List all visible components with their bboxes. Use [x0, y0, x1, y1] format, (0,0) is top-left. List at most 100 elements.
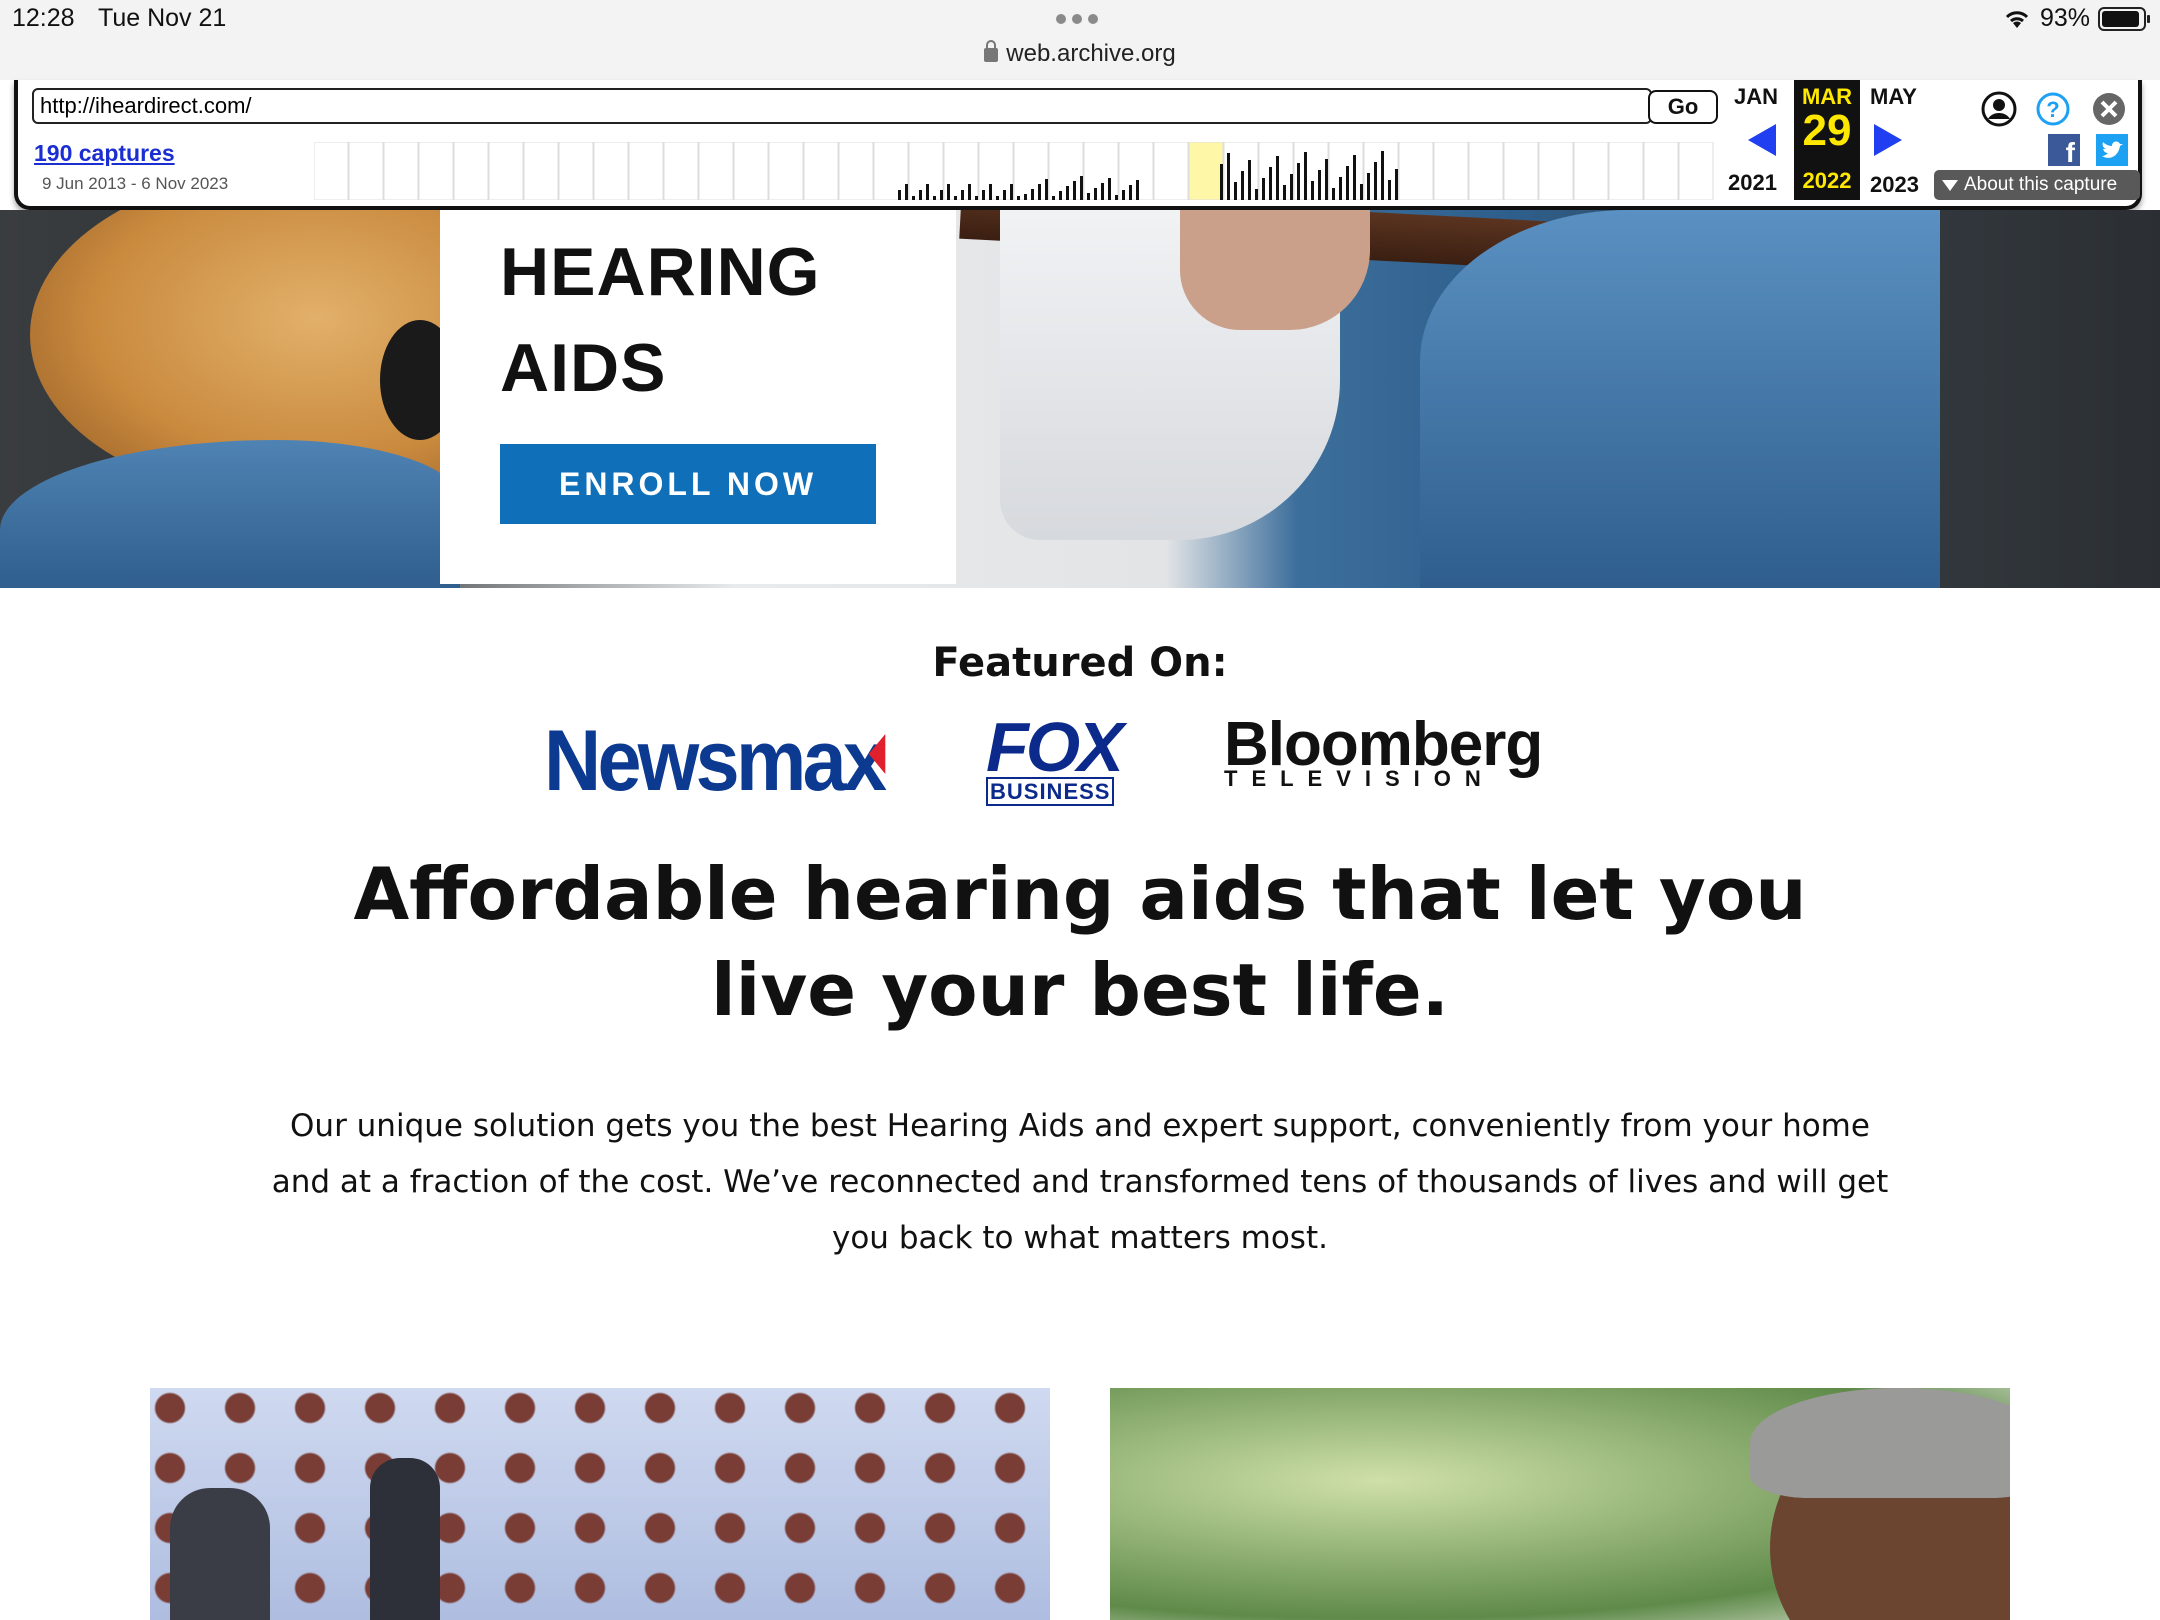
sparkline-capture-bar: [1241, 171, 1244, 200]
sparkline-capture-bar: [1262, 178, 1265, 200]
sparkline-year-column[interactable]: [733, 142, 769, 200]
sparkline-capture-bar: [1395, 169, 1398, 200]
current-year: 2022: [1802, 168, 1852, 193]
sparkline-capture-bar: [1045, 179, 1048, 200]
sparkline-capture-bar: [1304, 152, 1307, 200]
next-month[interactable]: MAY: [1870, 84, 1917, 110]
sparkline-capture-bar: [982, 190, 985, 200]
sparkline-year-column[interactable]: [1678, 142, 1714, 200]
main-headline: Affordable hearing aids that let you liv…: [353, 852, 1807, 1032]
sparkline-capture-bar: [1129, 185, 1132, 200]
go-button[interactable]: Go: [1648, 90, 1718, 124]
sparkline-capture-bar: [926, 184, 929, 200]
sparkline-capture-bar: [1332, 188, 1335, 200]
sparkline-year-column[interactable]: [873, 142, 909, 200]
sparkline-capture-bar: [968, 184, 971, 200]
multitasking-dots-icon[interactable]: [1056, 14, 1102, 24]
newsmax-logo: Newsmax: [544, 713, 887, 809]
sparkline-year-column[interactable]: [1433, 142, 1469, 200]
captures-link[interactable]: 190 captures: [34, 140, 175, 167]
sparkline-year-column[interactable]: [1468, 142, 1504, 200]
sparkline-capture-bar: [1003, 190, 1006, 200]
sparkline-capture-bar: [1038, 184, 1041, 200]
sparkline-capture-bar: [912, 196, 915, 200]
sparkline-year-column[interactable]: [1188, 142, 1224, 200]
sparkline-year-column[interactable]: [383, 142, 419, 200]
status-right: 93%: [2002, 4, 2150, 33]
help-icon[interactable]: ?: [2034, 90, 2072, 128]
sparkline-year-column[interactable]: [314, 142, 349, 200]
sparkline-capture-bar: [905, 184, 908, 200]
sparkline-capture-bar: [954, 196, 957, 200]
sparkline-year-column[interactable]: [523, 142, 559, 200]
prev-month[interactable]: JAN: [1734, 84, 1778, 110]
sparkline-capture-bar: [1073, 181, 1076, 200]
sparkline-capture-bar: [1101, 183, 1104, 200]
enroll-now-button[interactable]: ENROLL NOW: [500, 444, 876, 524]
sparkline-capture-bar: [1290, 174, 1293, 200]
sparkline-year-column[interactable]: [348, 142, 384, 200]
sparkline-capture-bar: [1318, 170, 1321, 200]
wayback-url-input[interactable]: [32, 88, 1652, 124]
sparkline-year-column[interactable]: [1398, 142, 1434, 200]
sparkline-year-column[interactable]: [418, 142, 454, 200]
close-icon[interactable]: [2090, 90, 2128, 128]
capture-sparkline[interactable]: [314, 142, 1714, 200]
sparkline-capture-bar: [1031, 189, 1034, 200]
hearing-aid-product-image: [150, 1388, 1050, 1620]
sparkline-capture-bar: [1381, 151, 1384, 200]
next-year[interactable]: 2023: [1870, 172, 1919, 198]
sparkline-capture-bar: [919, 190, 922, 200]
sparkline-capture-bar: [947, 184, 950, 200]
sparkline-year-column[interactable]: [1608, 142, 1644, 200]
sparkline-capture-bar: [1059, 191, 1062, 200]
sparkline-capture-bar: [961, 190, 964, 200]
sparkline-capture-bar: [1017, 196, 1020, 200]
address-bar[interactable]: web.archive.org: [0, 40, 2160, 68]
about-capture-button[interactable]: About this capture: [1934, 170, 2140, 200]
sparkline-capture-bar: [1024, 194, 1027, 200]
status-time: 12:28: [12, 4, 75, 32]
sparkline-year-column[interactable]: [593, 142, 629, 200]
sparkline-year-column[interactable]: [768, 142, 804, 200]
sparkline-capture-bar: [1108, 178, 1111, 200]
sparkline-capture-bar: [1325, 159, 1328, 200]
sparkline-year-column[interactable]: [803, 142, 839, 200]
customer-portrait-image: [1110, 1388, 2010, 1620]
battery-icon: [2098, 6, 2150, 31]
sparkline-capture-bar: [1052, 196, 1055, 200]
svg-text:?: ?: [2046, 97, 2059, 122]
sparkline-year-column[interactable]: [453, 142, 489, 200]
sparkline-capture-bar: [1255, 189, 1258, 200]
sparkline-year-column[interactable]: [1503, 142, 1539, 200]
sparkline-capture-bar: [1346, 166, 1349, 200]
sparkline-year-column[interactable]: [1573, 142, 1609, 200]
main-description: Our unique solution gets you the best He…: [271, 1108, 1889, 1256]
sparkline-capture-bar: [1374, 162, 1377, 200]
sparkline-year-column[interactable]: [1643, 142, 1679, 200]
sparkline-year-column[interactable]: [628, 142, 664, 200]
sparkline-year-column[interactable]: [488, 142, 524, 200]
sparkline-year-column[interactable]: [558, 142, 594, 200]
wifi-icon: [2005, 10, 2029, 28]
ios-status-bar: 12:28 Tue Nov 21 93% web.archive.org: [0, 0, 2160, 80]
capture-date-range: 9 Jun 2013 - 6 Nov 2023: [42, 174, 229, 193]
sparkline-capture-bar: [1220, 164, 1223, 200]
sparkline-year-column[interactable]: [698, 142, 734, 200]
status-date: Tue Nov 21: [98, 4, 227, 32]
lock-icon: [984, 40, 999, 62]
twitter-icon[interactable]: [2096, 134, 2128, 166]
facebook-icon[interactable]: f: [2048, 134, 2080, 168]
sparkline-year-column[interactable]: [663, 142, 699, 200]
sparkline-year-column[interactable]: [838, 142, 874, 200]
account-icon[interactable]: [1980, 90, 2018, 128]
sparkline-capture-bar: [989, 184, 992, 200]
bloomberg-logo: Bloomberg TELEVISION: [1224, 710, 1543, 791]
prev-capture-arrow-icon[interactable]: [1748, 124, 1776, 156]
sparkline-capture-bar: [1234, 182, 1237, 200]
sparkline-capture-bar: [975, 196, 978, 200]
sparkline-year-column[interactable]: [1538, 142, 1574, 200]
prev-year[interactable]: 2021: [1728, 170, 1777, 196]
next-capture-arrow-icon[interactable]: [1874, 124, 1902, 156]
sparkline-year-column[interactable]: [1153, 142, 1189, 200]
